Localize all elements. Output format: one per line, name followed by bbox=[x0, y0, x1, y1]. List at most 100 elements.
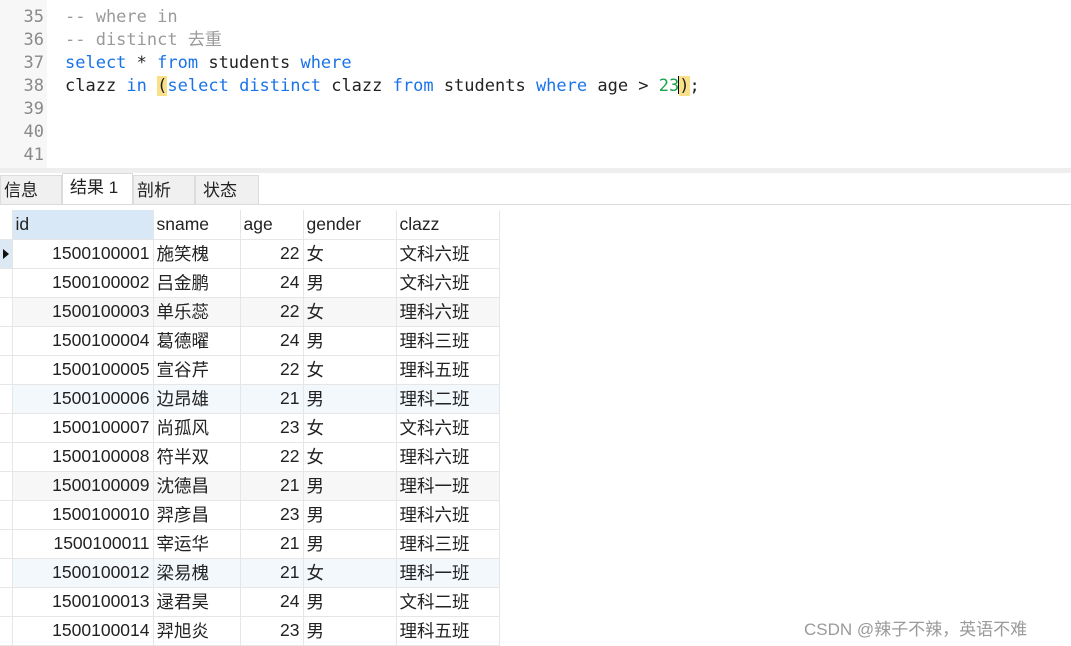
cell-gender[interactable]: 女 bbox=[302, 296, 397, 327]
cell-clazz[interactable]: 理科二班 bbox=[395, 383, 500, 414]
cell-clazz[interactable]: 文科六班 bbox=[395, 238, 500, 269]
cell-id[interactable]: 1500100009 bbox=[11, 470, 154, 501]
cell-sname[interactable]: 梁易槐 bbox=[152, 557, 241, 588]
tab-info[interactable]: 信息 bbox=[0, 175, 62, 204]
cell-id[interactable]: 1500100006 bbox=[11, 383, 154, 414]
cell-id[interactable]: 1500100004 bbox=[11, 325, 154, 356]
column-header-id[interactable]: id bbox=[11, 210, 154, 240]
cell-age[interactable]: 22 bbox=[239, 296, 304, 327]
cell-id[interactable]: 1500100002 bbox=[11, 267, 154, 298]
row-header[interactable] bbox=[0, 442, 13, 472]
row-header[interactable] bbox=[0, 413, 13, 443]
code-line[interactable]: 35 -- where in bbox=[0, 6, 1071, 29]
cell-clazz[interactable]: 理科三班 bbox=[395, 528, 500, 559]
table-row[interactable]: 1500100003 单乐蕊 22 女理科六班 bbox=[0, 296, 500, 327]
code-line[interactable]: 36 -- distinct 去重 bbox=[0, 29, 1071, 52]
row-header[interactable] bbox=[0, 384, 13, 414]
cell-gender[interactable]: 女 bbox=[302, 354, 397, 385]
cell-gender[interactable]: 男 bbox=[302, 383, 397, 414]
row-header[interactable] bbox=[0, 529, 13, 559]
table-row[interactable]: 1500100007 尚孤风 23 女文科六班 bbox=[0, 412, 500, 443]
cell-sname[interactable]: 边昂雄 bbox=[152, 383, 241, 414]
cell-age[interactable]: 24 bbox=[239, 586, 304, 617]
cell-gender[interactable]: 女 bbox=[302, 412, 397, 443]
table-row[interactable]: 1500100010 羿彦昌 23 男理科六班 bbox=[0, 499, 500, 530]
cell-gender[interactable]: 男 bbox=[302, 586, 397, 617]
tab-result-1[interactable]: 结果 1 bbox=[62, 173, 133, 204]
table-row[interactable]: 1500100009 沈德昌 21 男理科一班 bbox=[0, 470, 500, 501]
cell-age[interactable]: 21 bbox=[239, 470, 304, 501]
table-row[interactable]: 1500100008 符半双 22 女理科六班 bbox=[0, 441, 500, 472]
cell-clazz[interactable]: 文科六班 bbox=[395, 412, 500, 443]
cell-id[interactable]: 1500100011 bbox=[11, 528, 154, 559]
table-row[interactable]: 1500100011 宰运华 21 男理科三班 bbox=[0, 528, 500, 559]
cell-clazz[interactable]: 文科二班 bbox=[395, 586, 500, 617]
cell-id[interactable]: 1500100008 bbox=[11, 441, 154, 472]
cell-clazz[interactable]: 理科六班 bbox=[395, 441, 500, 472]
cell-clazz[interactable]: 理科五班 bbox=[395, 615, 500, 646]
cell-clazz[interactable]: 理科一班 bbox=[395, 470, 500, 501]
cell-clazz[interactable]: 理科五班 bbox=[395, 354, 500, 385]
cell-age[interactable]: 22 bbox=[239, 441, 304, 472]
cell-clazz[interactable]: 理科六班 bbox=[395, 499, 500, 530]
cell-id[interactable]: 1500100003 bbox=[11, 296, 154, 327]
cell-id[interactable]: 1500100007 bbox=[11, 412, 154, 443]
cell-id[interactable]: 1500100013 bbox=[11, 586, 154, 617]
code-line[interactable]: 39 bbox=[0, 98, 1071, 121]
cell-sname[interactable]: 吕金鹏 bbox=[152, 267, 241, 298]
cell-gender[interactable]: 女 bbox=[302, 238, 397, 269]
row-header[interactable] bbox=[0, 616, 13, 646]
table-row[interactable]: 1500100002 吕金鹏 24 男文科六班 bbox=[0, 267, 500, 298]
row-header[interactable] bbox=[0, 500, 13, 530]
cell-sname[interactable]: 符半双 bbox=[152, 441, 241, 472]
code-line[interactable]: 40 bbox=[0, 121, 1071, 144]
cell-gender[interactable]: 男 bbox=[302, 325, 397, 356]
cell-sname[interactable]: 尚孤风 bbox=[152, 412, 241, 443]
row-header[interactable] bbox=[0, 297, 13, 327]
cell-clazz[interactable]: 文科六班 bbox=[395, 267, 500, 298]
cell-sname[interactable]: 逯君昊 bbox=[152, 586, 241, 617]
cell-sname[interactable]: 宰运华 bbox=[152, 528, 241, 559]
cell-gender[interactable]: 男 bbox=[302, 470, 397, 501]
table-row[interactable]: 1500100013 逯君昊 24 男文科二班 bbox=[0, 586, 500, 617]
cell-id[interactable]: 1500100005 bbox=[11, 354, 154, 385]
code-line[interactable]: 38 clazz in (select distinct clazz from s… bbox=[0, 75, 1071, 98]
cell-age[interactable]: 24 bbox=[239, 325, 304, 356]
cell-sname[interactable]: 葛德曜 bbox=[152, 325, 241, 356]
cell-id[interactable]: 1500100010 bbox=[11, 499, 154, 530]
cell-sname[interactable]: 施笑槐 bbox=[152, 238, 241, 269]
cell-sname[interactable]: 羿彦昌 bbox=[152, 499, 241, 530]
row-header[interactable] bbox=[0, 355, 13, 385]
cell-age[interactable]: 22 bbox=[239, 238, 304, 269]
cell-gender[interactable]: 男 bbox=[302, 499, 397, 530]
cell-age[interactable]: 23 bbox=[239, 499, 304, 530]
row-header[interactable] bbox=[0, 239, 13, 269]
cell-clazz[interactable]: 理科三班 bbox=[395, 325, 500, 356]
column-header-age[interactable]: age bbox=[239, 210, 304, 240]
cell-age[interactable]: 23 bbox=[239, 615, 304, 646]
cell-gender[interactable]: 男 bbox=[302, 267, 397, 298]
row-header[interactable] bbox=[0, 587, 13, 617]
cell-clazz[interactable]: 理科一班 bbox=[395, 557, 500, 588]
tab-profile[interactable]: 剖析 bbox=[133, 175, 195, 204]
cell-id[interactable]: 1500100012 bbox=[11, 557, 154, 588]
cell-gender[interactable]: 女 bbox=[302, 557, 397, 588]
cell-id[interactable]: 1500100001 bbox=[11, 238, 154, 269]
cell-age[interactable]: 23 bbox=[239, 412, 304, 443]
cell-age[interactable]: 21 bbox=[239, 383, 304, 414]
cell-age[interactable]: 21 bbox=[239, 528, 304, 559]
table-row[interactable]: 1500100012 梁易槐 21 女理科一班 bbox=[0, 557, 500, 588]
column-header-sname[interactable]: sname bbox=[152, 210, 241, 240]
cell-sname[interactable]: 宣谷芹 bbox=[152, 354, 241, 385]
table-row[interactable]: 1500100005 宣谷芹 22 女理科五班 bbox=[0, 354, 500, 385]
cell-id[interactable]: 1500100014 bbox=[11, 615, 154, 646]
table-row[interactable]: 1500100004 葛德曜 24 男理科三班 bbox=[0, 325, 500, 356]
cell-sname[interactable]: 沈德昌 bbox=[152, 470, 241, 501]
column-header-gender[interactable]: gender bbox=[302, 210, 397, 240]
cell-gender[interactable]: 女 bbox=[302, 441, 397, 472]
code-line[interactable]: 41 bbox=[0, 144, 1071, 167]
table-row[interactable]: 1500100006 边昂雄 21 男理科二班 bbox=[0, 383, 500, 414]
cell-gender[interactable]: 男 bbox=[302, 615, 397, 646]
sql-editor[interactable]: 35 -- where in 36 -- distinct 去重 37 select * … bbox=[0, 0, 1071, 168]
cell-age[interactable]: 22 bbox=[239, 354, 304, 385]
